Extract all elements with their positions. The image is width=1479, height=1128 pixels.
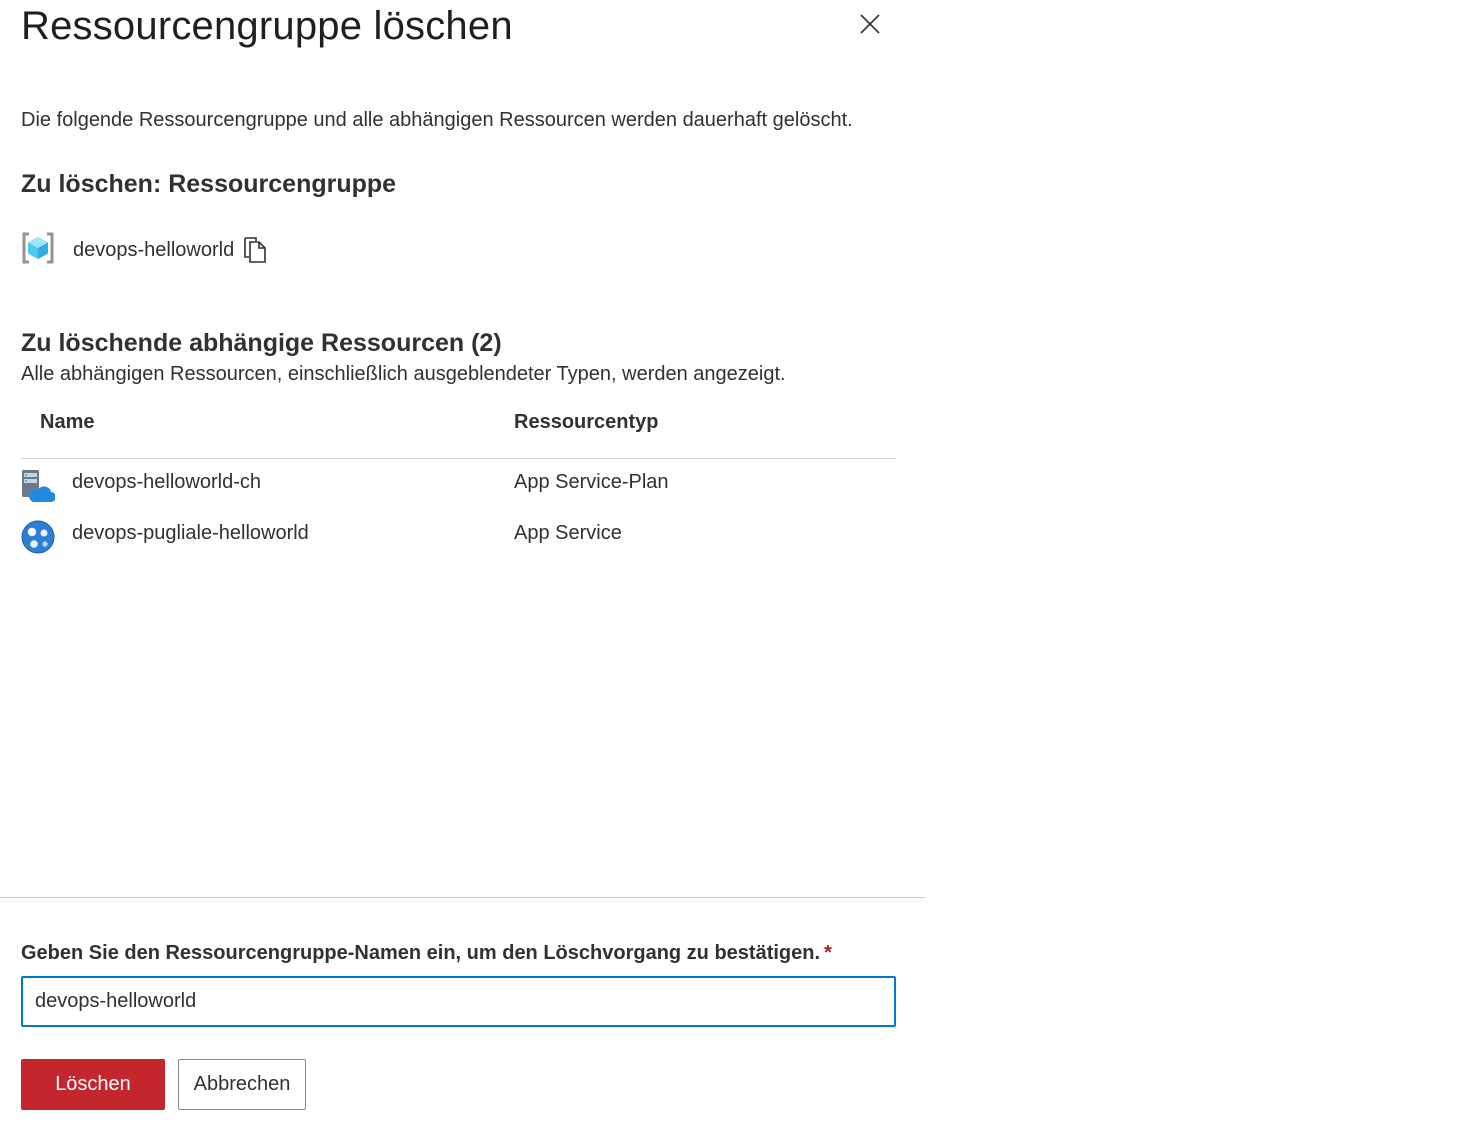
resource-group-icon xyxy=(21,231,55,270)
resource-group-item: devops-helloworld xyxy=(21,232,268,268)
row-type: App Service xyxy=(514,522,622,544)
table-row: devops-pugliale-helloworld App Service xyxy=(21,510,896,561)
table-header: Name Ressourcentyp xyxy=(21,405,896,459)
delete-button[interactable]: Löschen xyxy=(21,1059,165,1110)
dialog-title: Ressourcengruppe löschen xyxy=(21,4,513,48)
delete-resource-group-panel: Ressourcengruppe löschen Die folgende Re… xyxy=(0,0,925,1128)
required-marker: * xyxy=(824,942,832,964)
app-service-icon xyxy=(21,520,55,554)
confirm-label-text: Geben Sie den Ressourcengruppe-Namen ein… xyxy=(21,942,821,964)
footer-divider xyxy=(0,897,925,898)
row-type: App Service-Plan xyxy=(514,471,669,493)
confirm-name-input[interactable] xyxy=(21,976,896,1027)
dependents-heading: Zu löschende abhängige Ressourcen (2) xyxy=(21,329,502,357)
copy-icon[interactable] xyxy=(242,236,268,264)
close-button[interactable] xyxy=(852,8,888,44)
app-service-plan-icon xyxy=(21,469,56,503)
column-header-type: Ressourcentyp xyxy=(514,411,659,433)
confirm-label: Geben Sie den Ressourcengruppe-Namen ein… xyxy=(21,942,832,965)
close-icon xyxy=(859,13,881,40)
row-name: devops-pugliale-helloworld xyxy=(72,522,309,544)
resource-group-name: devops-helloworld xyxy=(73,238,235,261)
cancel-button[interactable]: Abbrechen xyxy=(178,1059,306,1110)
dialog-description: Die folgende Ressourcengruppe und alle a… xyxy=(21,109,853,131)
row-name: devops-helloworld-ch xyxy=(72,471,261,493)
table-row: devops-helloworld-ch App Service-Plan xyxy=(21,459,896,510)
resource-group-heading: Zu löschen: Ressourcengruppe xyxy=(21,170,397,198)
dependents-table: Name Ressourcentyp devops-helloworld-ch … xyxy=(21,405,896,561)
dependents-subtitle: Alle abhängigen Ressourcen, einschließli… xyxy=(21,363,786,385)
column-header-name: Name xyxy=(40,411,95,433)
